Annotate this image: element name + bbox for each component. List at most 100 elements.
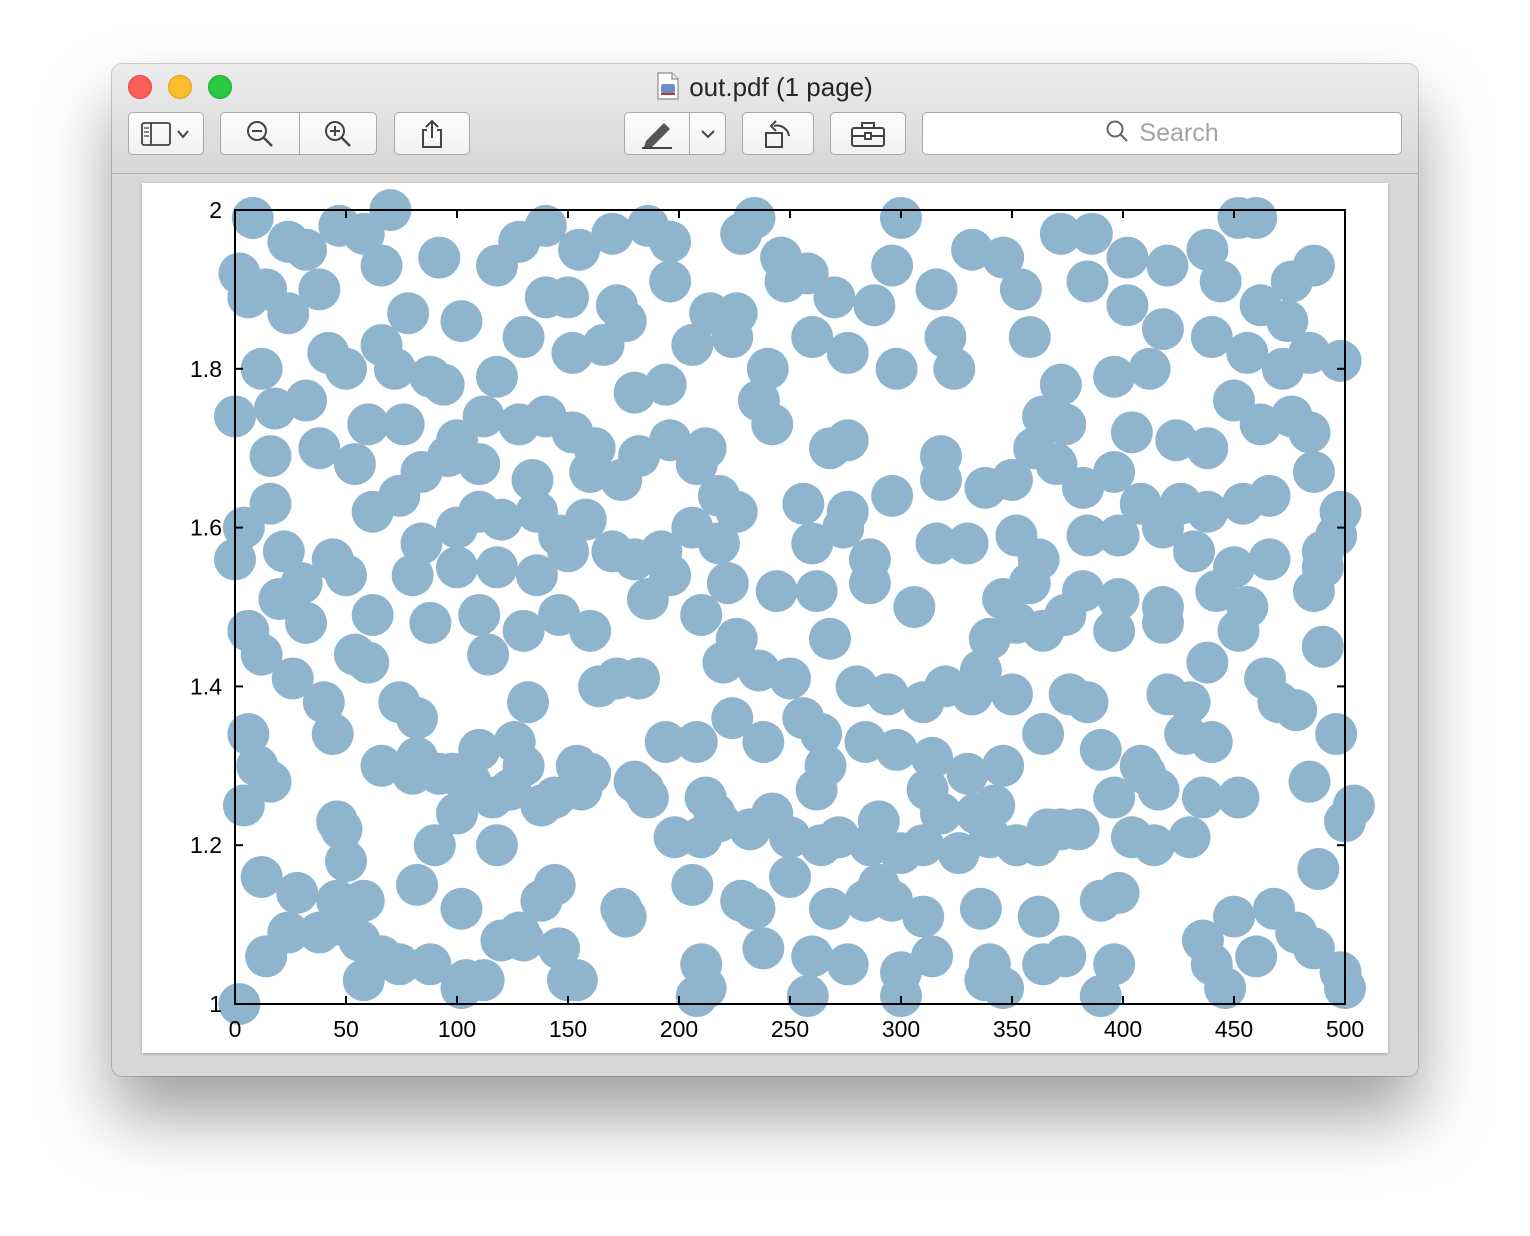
data-point [1017, 895, 1060, 938]
data-point [826, 419, 869, 462]
data-point [1039, 808, 1082, 851]
data-point [902, 824, 945, 867]
data-point [671, 863, 714, 906]
data-point [502, 919, 545, 962]
data-point [702, 641, 745, 684]
data-point [804, 744, 847, 787]
data-point [458, 443, 501, 486]
data-point [733, 196, 776, 239]
data-point [1044, 403, 1087, 446]
data-point [1079, 975, 1122, 1018]
data-point [671, 323, 714, 366]
data-point [1186, 427, 1229, 470]
data-point [808, 887, 851, 930]
markup-pen-button[interactable] [624, 112, 690, 155]
data-point [311, 713, 354, 756]
zoom-in-button[interactable] [299, 112, 377, 155]
y-tick-label: 1.2 [190, 832, 222, 858]
data-point [697, 522, 740, 565]
pdf-page: 0 50 100 150 200 250 300 350 400 450 500 1 1.2 1.4 1.6… [142, 183, 1388, 1053]
data-point [285, 601, 328, 644]
data-point [396, 697, 439, 740]
sidebar-icon [140, 121, 192, 147]
data-point [1133, 824, 1176, 867]
window-title-text: out.pdf (1 page) [689, 72, 873, 102]
pen-markup-icon [640, 119, 674, 149]
data-point [333, 443, 376, 486]
data-point [991, 673, 1033, 716]
data-point [742, 720, 785, 763]
y-tick-label: 1 [209, 991, 222, 1017]
x-tick-label: 350 [993, 1016, 1031, 1042]
data-point [1297, 848, 1340, 891]
data-point [555, 959, 598, 1002]
data-point [382, 403, 425, 446]
data-point [1199, 260, 1242, 303]
zoom-out-button[interactable] [220, 112, 300, 155]
data-point [1137, 768, 1180, 811]
data-point [902, 895, 945, 938]
data-point [795, 570, 838, 613]
data-point [644, 363, 687, 406]
data-point [560, 768, 603, 811]
rotate-button[interactable] [742, 112, 814, 155]
data-point [222, 784, 265, 827]
data-point [813, 276, 856, 319]
data-point [325, 347, 367, 390]
points-layer [214, 189, 1375, 1025]
data-point [875, 728, 918, 771]
x-tick-label: 300 [882, 1016, 920, 1042]
toolbox-button[interactable] [830, 112, 906, 155]
sidebar-view-menu-button[interactable] [128, 112, 204, 155]
x-tick-label: 400 [1104, 1016, 1142, 1042]
data-point [440, 967, 483, 1010]
data-point [320, 808, 363, 851]
data-point [325, 554, 367, 597]
x-tick-label: 500 [1326, 1016, 1364, 1042]
data-point [871, 474, 914, 517]
data-point [649, 220, 692, 263]
markup-menu-button[interactable] [689, 112, 726, 155]
data-point [440, 887, 483, 930]
data-point [919, 458, 962, 501]
document-viewer[interactable]: 0 50 100 150 200 250 300 350 400 450 500 1 1.2 1.4 1.6… [112, 174, 1418, 1076]
data-point [1213, 895, 1255, 938]
data-point [1217, 609, 1260, 652]
data-point [991, 458, 1033, 501]
data-point [1141, 601, 1184, 644]
data-point [1288, 411, 1331, 454]
data-point [507, 681, 550, 724]
data-point [1066, 681, 1109, 724]
x-tick-label: 100 [438, 1016, 476, 1042]
data-point [413, 824, 456, 867]
x-tick-label: 200 [660, 1016, 698, 1042]
data-point [1093, 355, 1136, 398]
data-point [1190, 720, 1233, 763]
search-icon [1105, 119, 1129, 148]
data-point [675, 720, 718, 763]
share-button[interactable] [394, 112, 470, 155]
data-point [982, 967, 1025, 1010]
data-point [467, 633, 510, 676]
data-point [1217, 776, 1260, 819]
data-point [871, 244, 914, 287]
data-point [791, 935, 834, 978]
data-point [1093, 609, 1136, 652]
share-icon [419, 119, 445, 149]
data-point [231, 196, 274, 239]
data-point [547, 530, 589, 573]
data-point [1141, 308, 1184, 351]
data-point [826, 943, 869, 986]
data-point [1066, 260, 1109, 303]
data-point [409, 601, 452, 644]
data-point [911, 935, 954, 978]
window-titlebar: out.pdf (1 page) Search [112, 64, 1418, 174]
data-point [285, 379, 328, 422]
zoom-in-icon [323, 119, 353, 149]
data-point [982, 744, 1025, 787]
data-point [1110, 411, 1153, 454]
data-point [1008, 562, 1051, 605]
search-field[interactable]: Search [922, 112, 1402, 155]
data-point [1070, 212, 1113, 255]
data-point [808, 617, 851, 660]
